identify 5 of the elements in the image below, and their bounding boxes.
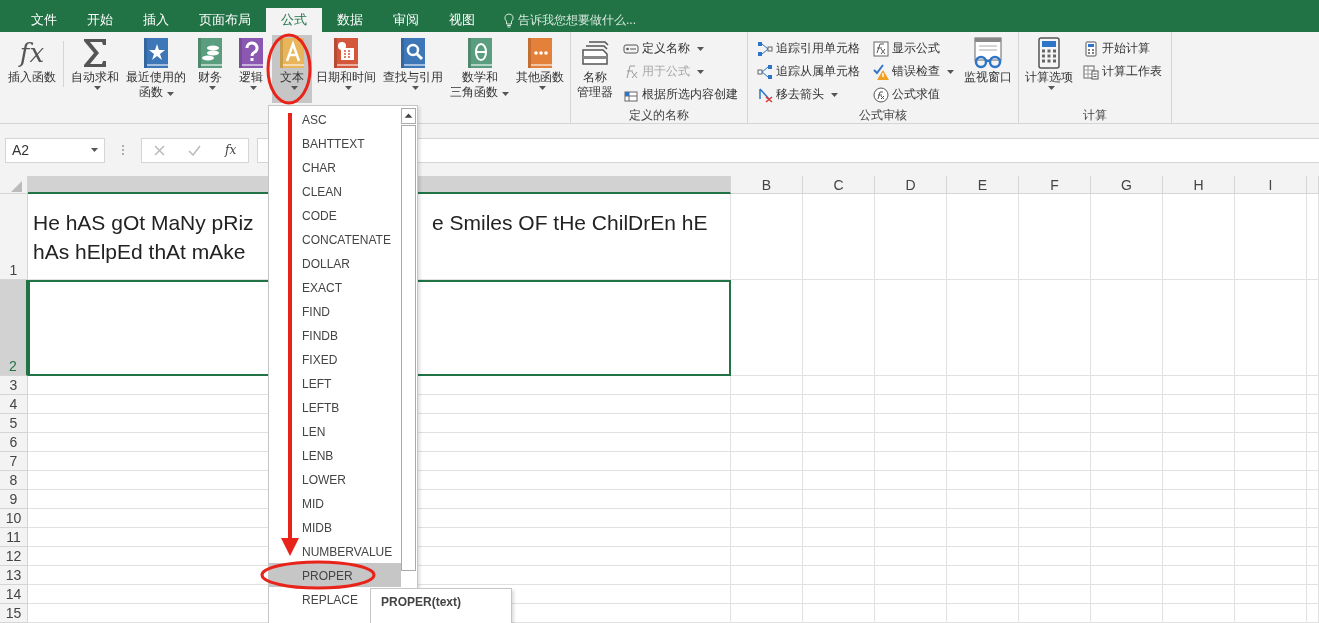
tooltip-title: PROPER(text) <box>381 595 461 609</box>
group-label: 计算 <box>1083 108 1107 122</box>
group-label: 公式审核 <box>859 108 907 122</box>
group-label: 定义的名称 <box>629 108 689 122</box>
insert-function-icon: fx <box>19 37 45 69</box>
